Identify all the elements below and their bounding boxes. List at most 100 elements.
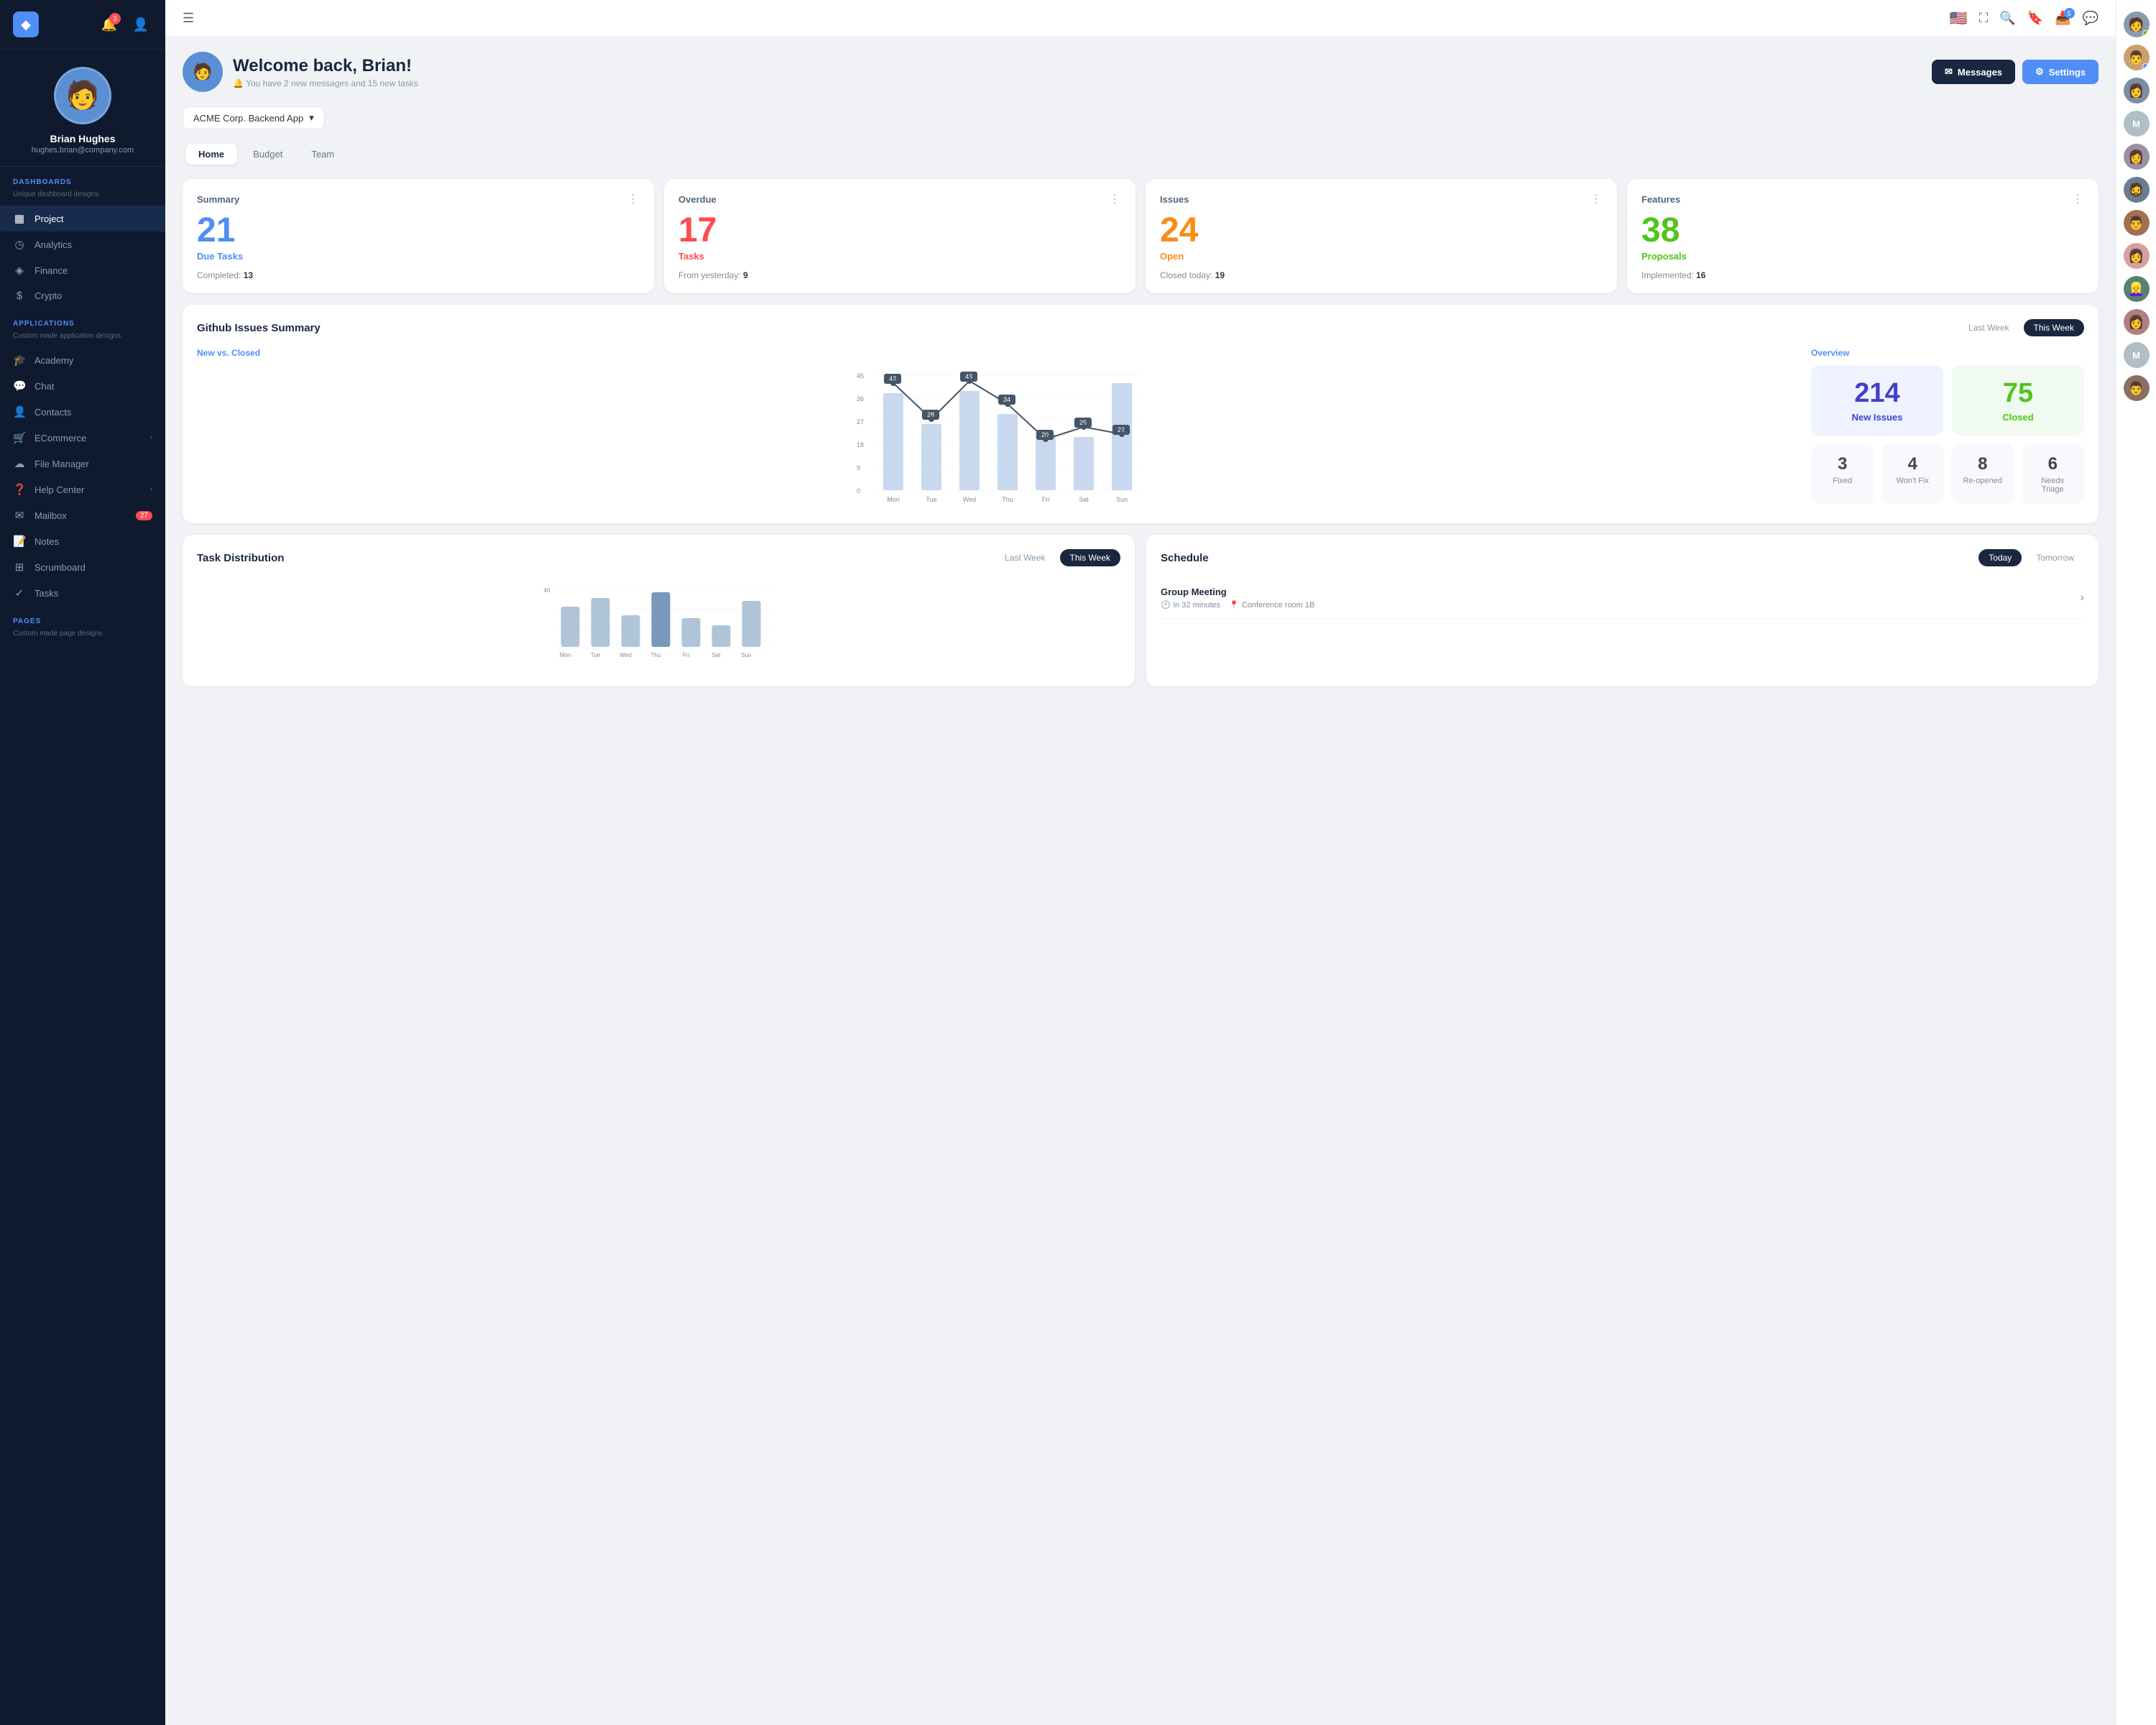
overview-subtitle: Overview xyxy=(1811,348,2084,358)
sidebar-item-mailbox[interactable]: ✉ Mailbox 27 xyxy=(0,502,165,528)
expand-icon[interactable]: ⛶ xyxy=(1979,11,1989,26)
svg-text:18: 18 xyxy=(857,441,864,448)
schedule-item-title: Group Meeting xyxy=(1161,586,1314,597)
rail-avatar-4[interactable]: M xyxy=(2124,111,2150,137)
sidebar-item-helpcenter[interactable]: ❓ Help Center › xyxy=(0,477,165,502)
mailbox-badge: 27 xyxy=(136,511,152,520)
rail-avatar-9[interactable]: 👱‍♀️ xyxy=(2124,276,2150,302)
sidebar-item-filemanager[interactable]: ☁ File Manager xyxy=(0,451,165,477)
profile-email: hughes.brian@company.com xyxy=(32,146,134,155)
sidebar-top-icons: 🔔 3 👤 xyxy=(98,13,152,36)
logo-icon: ◆ xyxy=(13,12,39,37)
flag-icon[interactable]: 🇺🇸 xyxy=(1950,9,1968,27)
sidebar-item-label: Notes xyxy=(34,536,59,547)
sidebar-item-ecommerce[interactable]: 🛒 ECommerce › xyxy=(0,425,165,451)
bell-icon: 🔔 xyxy=(233,78,244,88)
rail-avatar-10[interactable]: 👩 xyxy=(2124,309,2150,335)
svg-text:40: 40 xyxy=(544,587,550,594)
needs-triage-card: 6 Needs Triage xyxy=(2022,444,2085,504)
tasks-icon: ✓ xyxy=(13,586,26,599)
card-menu-icon[interactable]: ⋮ xyxy=(1109,192,1121,206)
welcome-title: Welcome back, Brian! xyxy=(233,56,418,76)
rail-avatar-3[interactable]: 👩 xyxy=(2124,78,2150,104)
new-issues-card: 214 New Issues xyxy=(1811,365,1943,436)
card-summary: Summary ⋮ 21 Due Tasks Completed: 13 xyxy=(183,179,654,293)
sidebar-item-contacts[interactable]: 👤 Contacts xyxy=(0,399,165,425)
sidebar-item-scrumboard[interactable]: ⊞ Scrumboard xyxy=(0,554,165,580)
tab-budget[interactable]: Budget xyxy=(240,144,295,165)
card-menu-icon[interactable]: ⋮ xyxy=(2072,192,2084,206)
notifications-button[interactable]: 🔔 3 xyxy=(98,13,121,36)
chat-topbar-icon[interactable]: 💬 xyxy=(2083,11,2099,26)
bookmark-icon[interactable]: 🔖 xyxy=(2027,11,2043,26)
card-overdue-number: 17 xyxy=(678,213,1121,248)
rail-avatar-6[interactable]: 🧔 xyxy=(2124,177,2150,203)
sidebar-item-academy[interactable]: 🎓 Academy xyxy=(0,347,165,373)
reopened-card: 8 Re-opened xyxy=(1951,444,2014,504)
tab-team[interactable]: Team xyxy=(298,144,347,165)
inbox-icon[interactable]: 📥 5 xyxy=(2055,11,2070,26)
card-menu-icon[interactable]: ⋮ xyxy=(1590,192,1603,206)
messages-button[interactable]: ✉ Messages xyxy=(1932,60,2015,84)
rail-avatar-11[interactable]: M xyxy=(2124,342,2150,368)
gear-icon: ⚙ xyxy=(2035,66,2044,78)
topbar: ☰ 🇺🇸 ⛶ 🔍 🔖 📥 5 💬 xyxy=(165,0,2116,37)
welcome-header: 🧑 Welcome back, Brian! 🔔 You have 2 new … xyxy=(183,52,2099,92)
hamburger-icon[interactable]: ☰ xyxy=(183,11,194,26)
task-this-week-button[interactable]: This Week xyxy=(1060,549,1120,566)
sidebar-item-label: Mailbox xyxy=(34,510,67,521)
svg-text:Fri: Fri xyxy=(683,652,690,658)
sidebar-item-project[interactable]: ▦ Project xyxy=(0,206,165,231)
sidebar-item-crypto[interactable]: $ Crypto xyxy=(0,283,165,308)
sidebar: ◆ 🔔 3 👤 🧑 Brian Hughes hughes.brian@comp… xyxy=(0,0,165,1725)
sidebar-item-notes[interactable]: 📝 Notes xyxy=(0,528,165,554)
github-issues-title: Github Issues Summary xyxy=(197,322,321,334)
search-button[interactable]: 👤 xyxy=(129,13,152,36)
github-chart-svg: 45 36 27 18 9 0 xyxy=(197,365,1797,509)
github-body: New vs. Closed 45 36 27 18 9 0 xyxy=(197,348,2084,509)
overview-area: Overview 214 New Issues 75 Closed xyxy=(1811,348,2084,509)
rail-avatar-7[interactable]: 👨 xyxy=(2124,210,2150,236)
last-week-button[interactable]: Last Week xyxy=(1958,319,2019,336)
card-summary-stat: Completed: 13 xyxy=(197,270,640,280)
closed-issues-card: 75 Closed xyxy=(1952,365,2084,436)
today-button[interactable]: Today xyxy=(1978,549,2022,566)
svg-text:Thu: Thu xyxy=(651,652,661,658)
sidebar-item-label: Crypto xyxy=(34,290,62,301)
svg-text:Tue: Tue xyxy=(926,496,936,503)
blue-status-dot xyxy=(2142,63,2149,70)
sidebar-item-tasks[interactable]: ✓ Tasks xyxy=(0,580,165,606)
rail-avatar-5[interactable]: 👩 xyxy=(2124,144,2150,170)
welcome-text: Welcome back, Brian! 🔔 You have 2 new me… xyxy=(233,56,418,88)
rail-avatar-8[interactable]: 👩 xyxy=(2124,243,2150,269)
avatar-rail: 🧑 👨 👩 M 👩 🧔 👨 👩 👱‍♀️ 👩 M 👨 xyxy=(2116,0,2156,1725)
card-menu-icon[interactable]: ⋮ xyxy=(627,192,640,206)
svg-text:27: 27 xyxy=(857,418,864,426)
svg-text:Sun: Sun xyxy=(1116,496,1128,503)
summary-cards-row: Summary ⋮ 21 Due Tasks Completed: 13 Ove… xyxy=(183,179,2099,293)
card-summary-number: 21 xyxy=(197,213,640,248)
task-last-week-button[interactable]: Last Week xyxy=(995,549,1055,566)
schedule-time: 🕐 in 32 minutes xyxy=(1161,600,1220,610)
rail-avatar-1[interactable]: 🧑 xyxy=(2124,12,2150,37)
rail-avatar-2[interactable]: 👨 xyxy=(2124,45,2150,70)
search-icon[interactable]: 🔍 xyxy=(1999,11,2015,26)
settings-button[interactable]: ⚙ Settings xyxy=(2022,60,2099,84)
card-issues-number: 24 xyxy=(1160,213,1603,248)
schedule-arrow-icon[interactable]: › xyxy=(2081,592,2084,604)
topbar-left: ☰ xyxy=(183,11,194,26)
task-toggle-btns: Last Week This Week xyxy=(995,549,1120,566)
sidebar-item-finance[interactable]: ◈ Finance xyxy=(0,257,165,283)
sidebar-item-chat[interactable]: 💬 Chat xyxy=(0,373,165,399)
sidebar-item-analytics[interactable]: ◷ Analytics xyxy=(0,231,165,257)
chevron-right-icon: › xyxy=(149,485,152,494)
this-week-button[interactable]: This Week xyxy=(2024,319,2084,336)
profile-name: Brian Hughes xyxy=(50,133,115,144)
app-selector[interactable]: ACME Corp. Backend App ▾ xyxy=(183,106,325,129)
card-overdue-stat: From yesterday: 9 xyxy=(678,270,1121,280)
finance-icon: ◈ xyxy=(13,264,26,277)
rail-avatar-12[interactable]: 👨 xyxy=(2124,375,2150,401)
tab-home[interactable]: Home xyxy=(185,144,237,165)
sidebar-item-label: Analytics xyxy=(34,239,72,250)
tomorrow-button[interactable]: Tomorrow xyxy=(2026,549,2084,566)
